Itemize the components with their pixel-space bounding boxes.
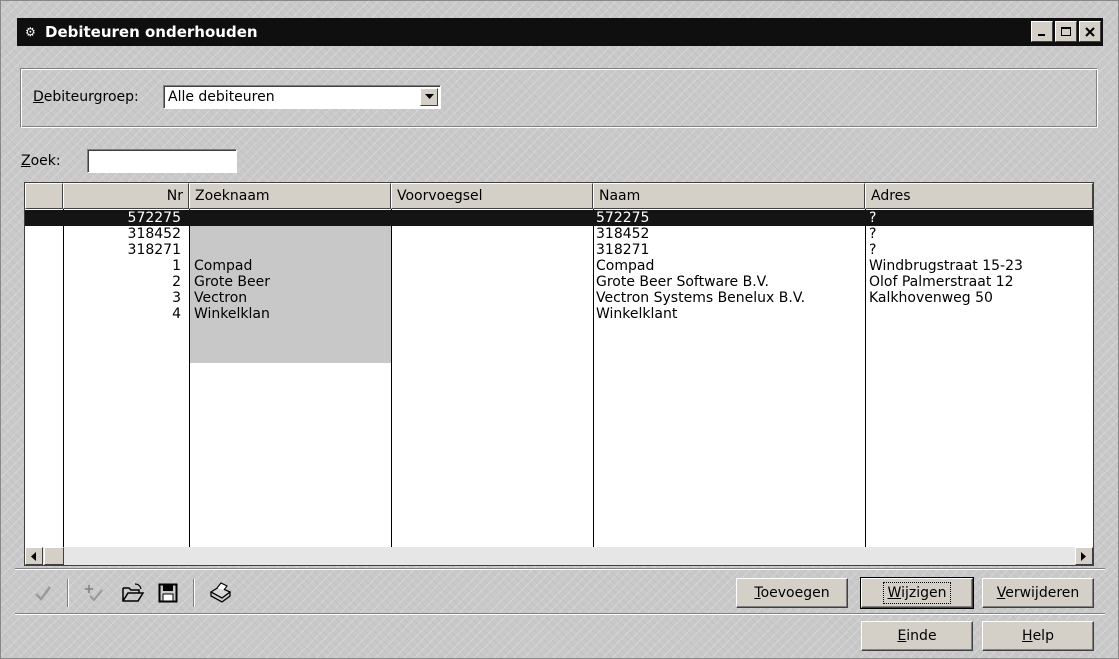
print-icon[interactable]: [207, 581, 231, 605]
divider: [15, 613, 1105, 615]
close-button[interactable]: [1079, 21, 1101, 42]
main-window: ⚙ Debiteuren onderhouden Debiteurgroep: …: [0, 0, 1119, 659]
grid-line: [63, 209, 64, 547]
minimize-button[interactable]: [1031, 21, 1053, 42]
search-label: Zoek:: [21, 153, 61, 169]
verwijderen-button[interactable]: Verwijderen: [982, 578, 1094, 608]
wijzigen-button[interactable]: Wijzigen: [860, 577, 974, 609]
search-input[interactable]: [87, 149, 237, 173]
debiteuren-grid[interactable]: Nr Zoeknaam Voorvoegsel Naam Adres 57227…: [24, 182, 1094, 566]
open-folder-icon[interactable]: [121, 581, 145, 605]
close-icon: [1085, 26, 1095, 37]
arrow-right-icon: [1081, 551, 1086, 561]
app-icon[interactable]: ⚙: [25, 25, 39, 39]
column-header-voorvoegsel[interactable]: Voorvoegsel: [391, 183, 593, 209]
chevron-down-icon: [424, 94, 434, 99]
row-selector-header[interactable]: [25, 183, 63, 209]
column-header-zoeknaam[interactable]: Zoeknaam: [189, 183, 391, 209]
grid-line: [865, 209, 866, 547]
table-row[interactable]: 572275: [596, 210, 858, 226]
window-controls: [1031, 21, 1101, 42]
column-header-naam[interactable]: Naam: [593, 183, 865, 209]
column-header-adres[interactable]: Adres: [865, 183, 1093, 209]
table-row[interactable]: Windbrugstraat 15-23: [869, 258, 1089, 274]
table-row[interactable]: Vectron: [194, 290, 384, 306]
scroll-right-button[interactable]: [1075, 547, 1093, 565]
table-row[interactable]: 318271: [596, 242, 858, 258]
table-row[interactable]: 572275: [65, 210, 181, 226]
dropdown-arrow-button[interactable]: [420, 88, 438, 106]
einde-button[interactable]: Einde: [861, 621, 973, 651]
table-row[interactable]: Kalkhovenweg 50: [869, 290, 1089, 306]
scroll-left-button[interactable]: [25, 547, 43, 565]
grid-line: [593, 209, 594, 547]
table-row[interactable]: 1: [65, 258, 181, 274]
table-row[interactable]: 318452: [596, 226, 858, 242]
table-row[interactable]: ?: [869, 210, 1089, 226]
debiteurgroep-select[interactable]: Alle debiteuren: [163, 85, 441, 109]
table-row[interactable]: Winkelklant: [596, 306, 858, 322]
column-header-nr[interactable]: Nr: [63, 183, 189, 209]
table-row[interactable]: Olof Palmerstraat 12: [869, 274, 1089, 290]
debiteurgroep-value: Alle debiteuren: [168, 89, 275, 105]
toolbar-separator: [67, 579, 69, 607]
table-row[interactable]: 4: [65, 306, 181, 322]
minimize-icon: [1038, 33, 1045, 36]
debiteurgroep-label: Debiteurgroep:: [33, 89, 139, 105]
divider: [15, 568, 1105, 570]
table-row[interactable]: Compad: [596, 258, 858, 274]
grid-line: [391, 209, 392, 547]
maximize-icon: [1061, 26, 1071, 36]
table-row[interactable]: 318452: [65, 226, 181, 242]
help-button[interactable]: Help: [982, 621, 1094, 651]
table-row[interactable]: 318271: [65, 242, 181, 258]
scroll-thumb[interactable]: [44, 547, 64, 565]
table-row[interactable]: Grote Beer: [194, 274, 384, 290]
table-row[interactable]: 3: [65, 290, 181, 306]
table-row[interactable]: Vectron Systems Benelux B.V.: [596, 290, 858, 306]
grid-line: [189, 209, 190, 547]
toolbar-separator: [193, 579, 195, 607]
save-disk-icon[interactable]: [156, 581, 180, 605]
table-row[interactable]: 2: [65, 274, 181, 290]
arrow-left-icon: [31, 551, 36, 561]
horizontal-scrollbar[interactable]: [25, 547, 1093, 565]
title-bar[interactable]: ⚙ Debiteuren onderhouden: [17, 18, 1103, 46]
toevoegen-button[interactable]: Toevoegen: [736, 578, 848, 608]
checkmark-icon[interactable]: [31, 581, 55, 605]
table-row[interactable]: Compad: [194, 258, 384, 274]
table-row[interactable]: ?: [869, 242, 1089, 258]
window-title: Debiteuren onderhouden: [45, 23, 258, 41]
table-row[interactable]: ?: [869, 226, 1089, 242]
table-row[interactable]: Grote Beer Software B.V.: [596, 274, 858, 290]
maximize-button[interactable]: [1055, 21, 1077, 42]
table-row[interactable]: Winkelklan: [194, 306, 384, 322]
check-add-icon[interactable]: [81, 581, 105, 605]
